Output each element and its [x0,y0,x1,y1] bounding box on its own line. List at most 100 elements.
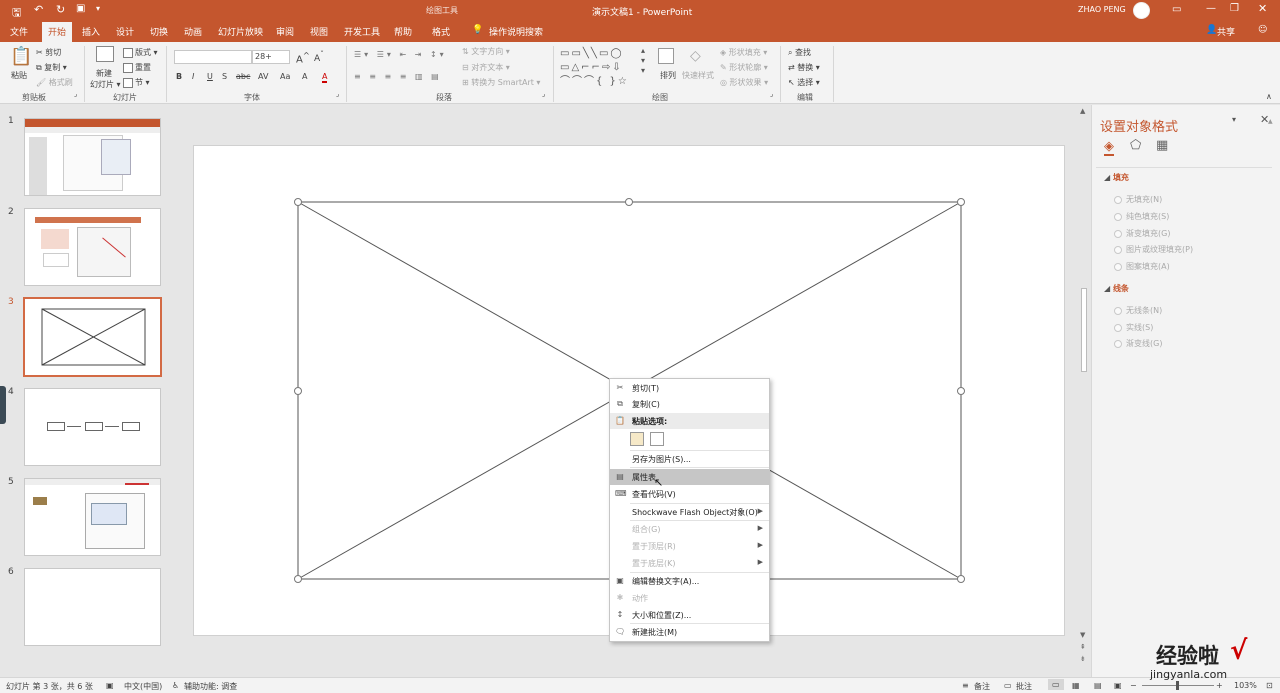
gradient-line-option[interactable]: 渐变线(G) [1114,338,1162,349]
select-button[interactable]: ↖ 选择 ▾ [788,77,820,88]
tell-me-search[interactable]: 操作说明搜索 [489,25,543,38]
slide-thumbnail-6[interactable] [24,568,161,646]
layout-button[interactable]: 版式 ▾ [123,47,158,58]
undo-icon[interactable]: ↶ [34,3,43,16]
tab-transitions[interactable]: 切换 [150,25,168,38]
slide-thumbnail-3[interactable] [23,297,162,377]
menu-item-flash-object[interactable]: Shockwave Flash Object对象(O) ▶ [610,504,769,520]
normal-view-icon[interactable]: ▭ [1048,679,1064,690]
drawing-launcher-icon[interactable]: ⌟ [770,90,773,98]
share-button[interactable]: 共享 [1217,25,1235,38]
pane-options-icon[interactable]: ▾ [1232,115,1236,124]
clipboard-launcher-icon[interactable]: ⌟ [74,90,77,98]
quick-styles-icon[interactable]: ◇ [690,48,701,64]
zoom-out-icon[interactable]: − [1130,681,1137,690]
shape-outline-button[interactable]: ✎ 形状轮廓 ▾ [720,62,768,73]
tab-file[interactable]: 文件 [10,25,28,38]
arrange-icon[interactable] [658,48,674,64]
bold-button[interactable]: B [176,72,182,81]
quick-styles-button[interactable]: 快速样式 [682,70,714,81]
format-painter-button[interactable]: 🖌 格式刷 [36,77,73,88]
tab-slideshow[interactable]: 幻灯片放映 [218,25,263,38]
solid-fill-option[interactable]: 纯色填充(S) [1114,211,1169,222]
menu-item-new-comment[interactable]: 🗨 新建批注(M) [610,624,769,640]
notes-button[interactable]: 备注 [974,681,990,692]
avatar[interactable] [1133,2,1150,19]
paste-icon[interactable]: 📋 [10,46,32,67]
clear-format-button[interactable]: A [302,72,307,81]
minimize-icon[interactable]: — [1206,3,1216,14]
customize-qat-icon[interactable]: ▾ [96,4,100,13]
tab-insert[interactable]: 插入 [82,25,100,38]
solid-line-option[interactable]: 实线(S) [1114,322,1153,333]
language-indicator[interactable]: 中文(中国) [124,681,162,692]
menu-item-edit-alt-text[interactable]: ▣ 编辑替换文字(A)... [610,573,769,589]
no-line-option[interactable]: 无线条(N) [1114,305,1162,316]
line-section-header[interactable]: ◢ 线条 [1104,283,1129,294]
paragraph-launcher-icon[interactable]: ⌟ [542,90,545,98]
pane-scroll-up-arrow-icon[interactable]: ▲ [1268,118,1273,125]
cut-button[interactable]: ✂ 剪切 [36,47,61,58]
text-direction-button[interactable]: ⇅ 文字方向 ▾ [462,46,510,57]
fill-section-header[interactable]: ◢ 填充 [1104,172,1129,183]
scroll-thumb[interactable] [1081,288,1087,372]
gradient-fill-option[interactable]: 渐变填充(G) [1114,228,1170,239]
save-icon[interactable]: 🖫 [12,4,21,23]
tab-help[interactable]: 帮助 [394,25,412,38]
next-slide-icon[interactable]: ⇟ [1080,655,1086,663]
arrange-button[interactable]: 排列 [660,70,676,81]
menu-item-property-sheet[interactable]: ▤ 属性表 [610,469,769,485]
menu-item-size-position[interactable]: ↕ 大小和位置(Z)... [610,607,769,623]
menu-item-view-code[interactable]: ⌨ 查看代码(V) [610,486,769,502]
menu-item-cut[interactable]: ✂ 剪切(T) [610,380,769,396]
font-launcher-icon[interactable]: ⌟ [336,90,339,98]
smartart-button[interactable]: ⊞ 转换为 SmartArt ▾ [462,77,540,88]
accessibility-status[interactable]: 辅助功能: 调查 [184,681,237,692]
section-button[interactable]: 节 ▾ [123,77,150,88]
list-buttons[interactable]: ☰▾ ☰▾ ⇤ ⇥ ↕▾ [354,50,447,59]
font-name-box[interactable] [174,50,252,64]
slideshow-view-icon[interactable]: ▣ [1114,681,1122,690]
font-size-box[interactable]: 28+ [252,50,290,64]
paste-keep-source-icon[interactable] [630,432,644,446]
start-from-beginning-icon[interactable]: ▣ [76,3,85,14]
char-spacing-button[interactable]: AV [258,72,268,81]
no-fill-option[interactable]: 无填充(N) [1114,194,1162,205]
underline-button[interactable]: U [207,72,213,81]
scroll-down-icon[interactable]: ▼ [1080,631,1085,639]
spelling-icon[interactable]: ▣ [106,681,114,690]
shrink-font-icon[interactable]: Aˇ [314,50,324,64]
tab-design[interactable]: 设计 [116,25,134,38]
new-slide-button[interactable]: 幻灯片 ▾ [90,79,121,90]
italic-button[interactable]: I [192,72,194,81]
pane-scrollbar[interactable]: ▲ [1268,118,1276,673]
fill-line-tab-icon[interactable]: ◈ [1104,139,1114,156]
picture-fill-option[interactable]: 图片或纹理填充(P) [1114,244,1193,255]
font-color-button[interactable]: A [322,72,328,83]
user-name[interactable]: ZHAO PENG [1078,5,1126,14]
tab-home[interactable]: 开始 [42,22,73,42]
redo-icon[interactable]: ↻ [56,3,65,16]
collapse-ribbon-icon[interactable]: ∧ [1266,92,1272,101]
shadow-button[interactable]: S [222,72,227,81]
slide-thumbnail-2[interactable] [24,208,161,286]
effects-tab-icon[interactable]: ⬠ [1130,138,1141,153]
replace-button[interactable]: ⇄ 替换 ▾ [788,62,820,73]
side-handle[interactable] [0,386,6,424]
close-icon[interactable]: ✕ [1258,2,1267,15]
vertical-scrollbar[interactable]: ▲ ▼ ⇞ ⇟ [1078,105,1090,677]
slide-thumbnail-1[interactable] [24,118,161,196]
tab-review[interactable]: 审阅 [276,25,294,38]
restore-icon[interactable]: ❐ [1230,3,1239,14]
copy-button[interactable]: ⧉ 复制 ▾ [36,62,67,73]
size-properties-tab-icon[interactable]: ▦ [1156,138,1168,153]
align-buttons[interactable]: ≡ ≡ ≡ ≡ ▥ ▤ [354,72,442,81]
grow-font-icon[interactable]: A^ [296,50,310,65]
slide-thumbnail-5[interactable] [24,478,161,556]
shapes-gallery-scroll[interactable]: ▴ ▾ ▾ [641,46,645,76]
menu-item-copy[interactable]: ⧉ 复制(C) [610,396,769,412]
shape-fill-button[interactable]: ◈ 形状填充 ▾ [720,47,767,58]
paste-as-picture-icon[interactable] [650,432,664,446]
change-case-button[interactable]: Aa [280,72,290,81]
scroll-up-icon[interactable]: ▲ [1080,107,1085,115]
